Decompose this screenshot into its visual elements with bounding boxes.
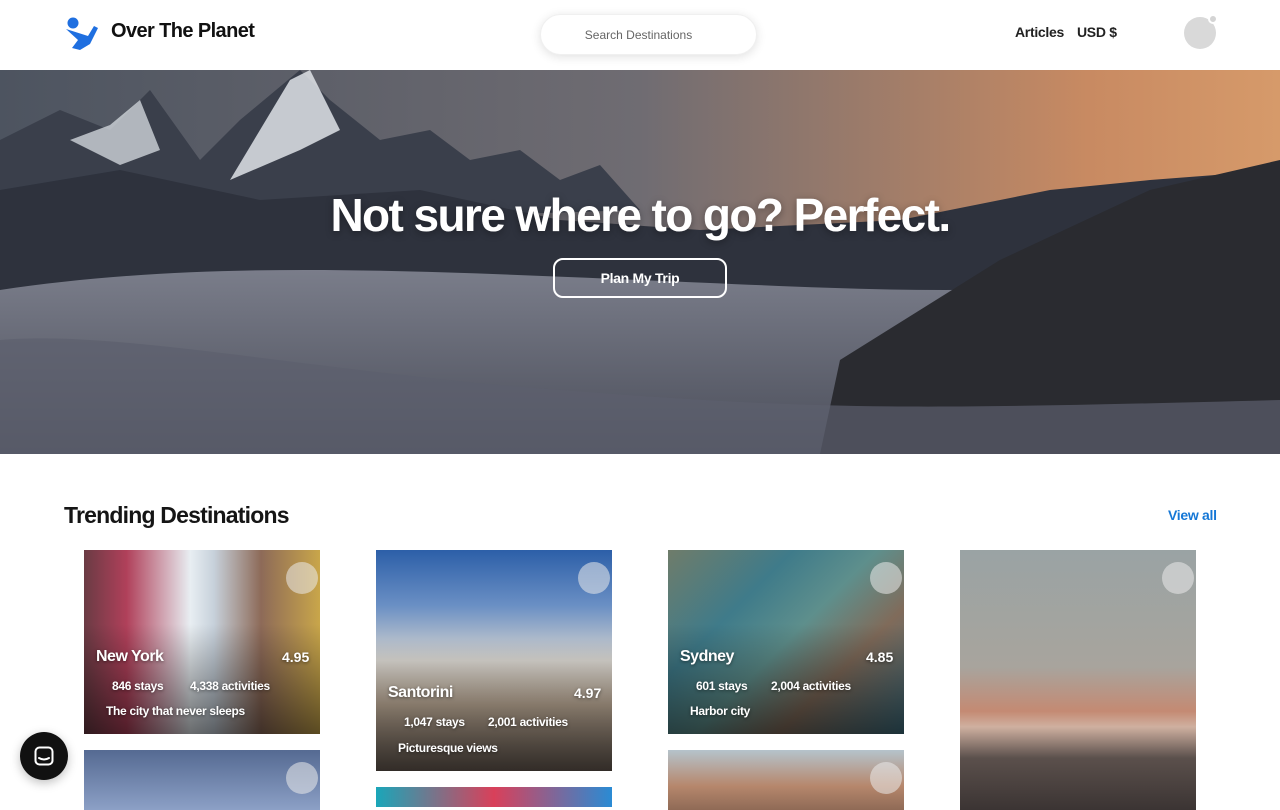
chat-button[interactable] bbox=[20, 732, 68, 780]
search-input[interactable] bbox=[541, 15, 756, 54]
activities-count: 4,338 activities bbox=[190, 679, 270, 693]
destination-name: Santorini bbox=[388, 684, 453, 701]
destination-rating: 4.95 bbox=[282, 649, 310, 665]
person-logo-icon[interactable] bbox=[64, 16, 100, 52]
favorite-icon[interactable] bbox=[1162, 562, 1194, 594]
site-header: Over The Planet Articles USD $ bbox=[0, 0, 1280, 70]
destination-name: New York bbox=[96, 648, 164, 665]
destination-name: Sydney bbox=[680, 648, 734, 665]
destination-rating: 4.85 bbox=[866, 649, 894, 665]
favorite-icon[interactable] bbox=[870, 562, 902, 594]
favorite-icon[interactable] bbox=[286, 762, 318, 794]
favorite-icon[interactable] bbox=[286, 562, 318, 594]
brand-name[interactable]: Over The Planet bbox=[111, 20, 255, 43]
view-all-link[interactable]: View all bbox=[1168, 507, 1217, 523]
stays-count: 601 stays bbox=[696, 679, 748, 693]
destination-card[interactable] bbox=[960, 550, 1196, 810]
stays-count: 1,047 stays bbox=[404, 715, 465, 729]
stays-count: 846 stays bbox=[112, 679, 164, 693]
destination-card[interactable] bbox=[376, 787, 612, 807]
plan-my-trip-button[interactable]: Plan My Trip bbox=[553, 258, 727, 298]
currency-selector[interactable]: USD $ bbox=[1077, 24, 1117, 40]
hero-banner: Not sure where to go? Perfect. Plan My T… bbox=[0, 70, 1280, 454]
hero-title: Not sure where to go? Perfect. bbox=[330, 189, 951, 241]
destination-tagline: Harbor city bbox=[690, 704, 751, 718]
chat-icon bbox=[34, 746, 54, 766]
destination-rating: 4.97 bbox=[574, 685, 602, 701]
search-box[interactable] bbox=[540, 14, 757, 55]
activities-count: 2,001 activities bbox=[488, 715, 568, 729]
favorite-icon[interactable] bbox=[870, 762, 902, 794]
notification-dot bbox=[1208, 14, 1218, 24]
destination-card-santorini[interactable]: Santorini 4.97 1,047 stays 2,001 activit… bbox=[376, 550, 612, 771]
nav-articles-link[interactable]: Articles bbox=[1015, 24, 1064, 40]
section-title: Trending Destinations bbox=[64, 502, 290, 528]
activities-count: 2,004 activities bbox=[771, 679, 851, 693]
favorite-icon[interactable] bbox=[578, 562, 610, 594]
destination-card-sydney[interactable]: Sydney 4.85 601 stays 2,004 activities H… bbox=[668, 550, 904, 734]
destination-card[interactable] bbox=[668, 750, 904, 810]
destination-card[interactable] bbox=[84, 750, 320, 810]
destination-card-new-york[interactable]: New York 4.95 846 stays 4,338 activities… bbox=[84, 550, 320, 734]
destination-tagline: The city that never sleeps bbox=[106, 704, 245, 718]
destination-tagline: Picturesque views bbox=[398, 741, 498, 755]
